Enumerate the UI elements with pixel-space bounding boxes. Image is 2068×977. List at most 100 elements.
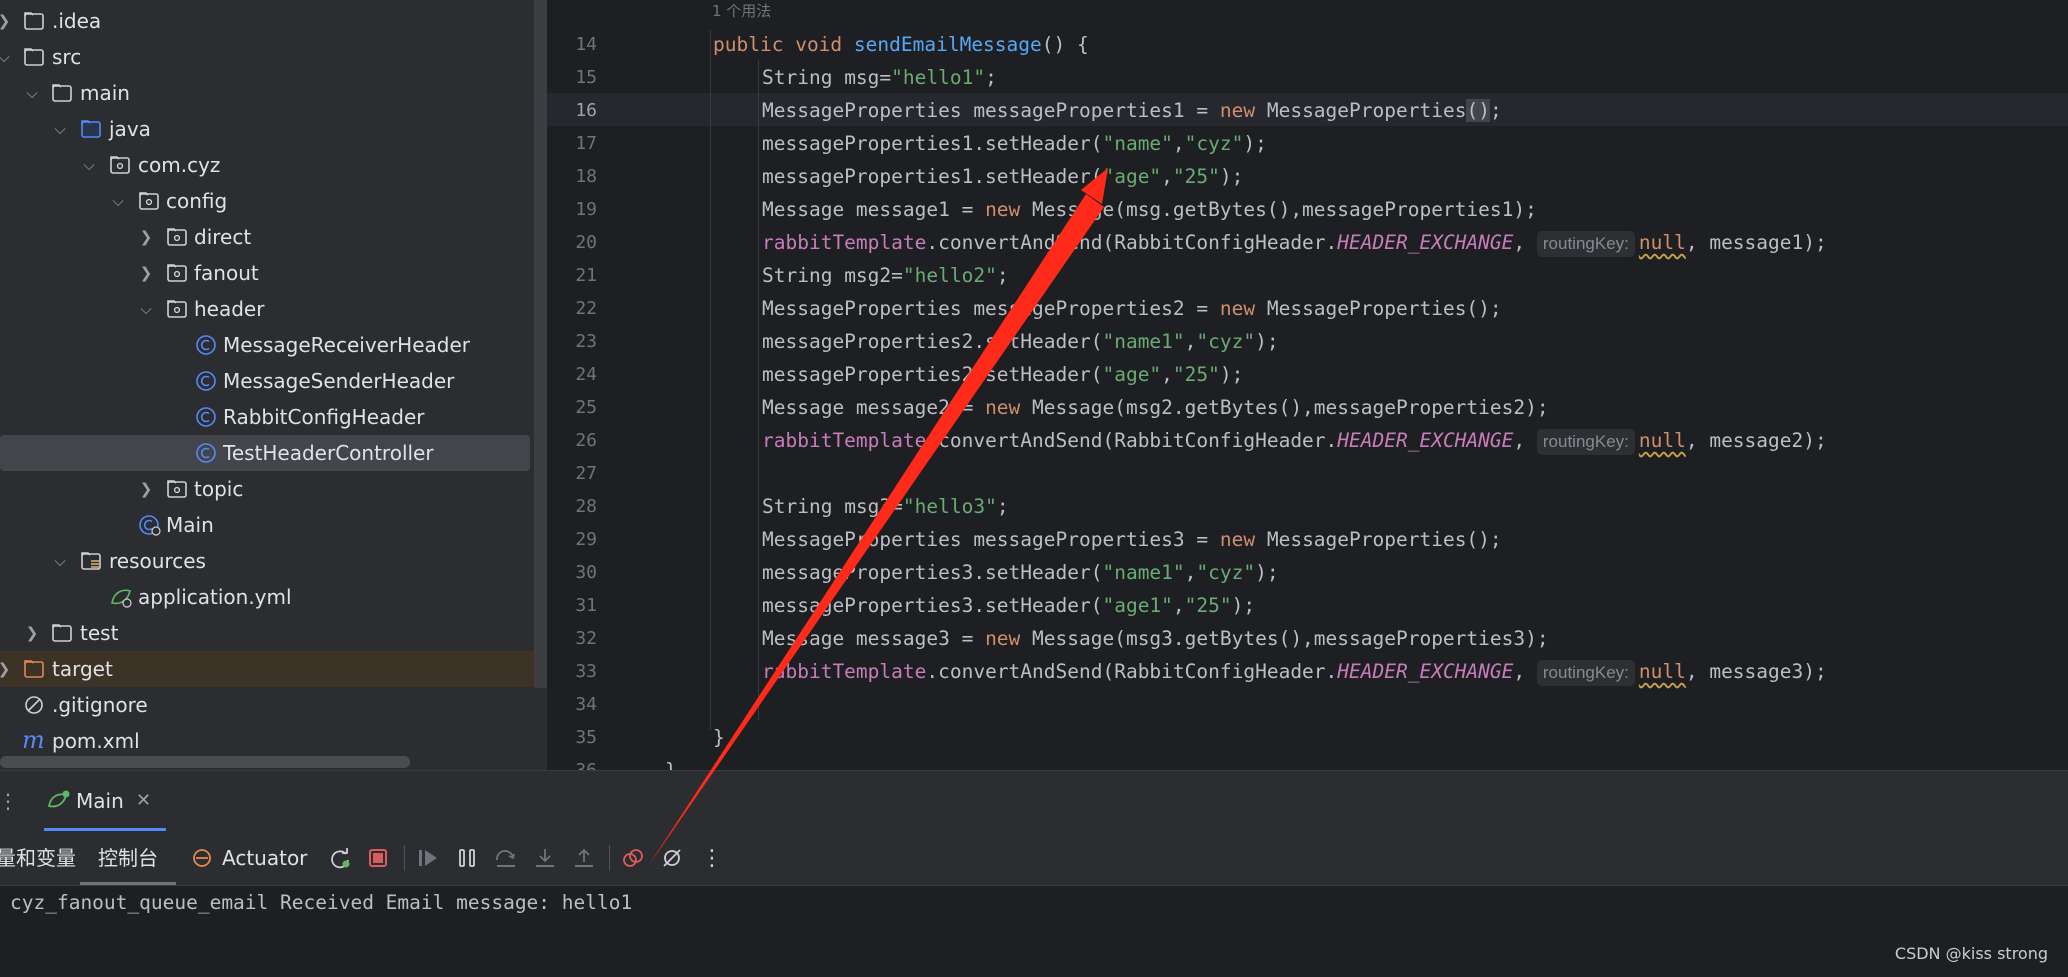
code-token: "name1" [1102, 561, 1185, 584]
code-line[interactable]: public void sendEmailMessage() { [713, 28, 1089, 61]
code-line[interactable]: String msg="hello1"; [762, 61, 997, 94]
tree-item-class[interactable]: MessageSenderHeader [0, 363, 534, 399]
code-line[interactable]: messageProperties1.setHeader("name","cyz… [762, 127, 1267, 160]
code-editor[interactable]: 1 个用法 14 15 16 17 18 19 20 21 22 23 24 2… [547, 0, 2068, 770]
code-token: "hello2" [902, 264, 997, 287]
tree-item-class-selected[interactable]: TestHeaderController [0, 435, 530, 471]
line-number: 19 [575, 199, 597, 220]
chevron-right-icon[interactable]: ❯ [22, 615, 42, 651]
close-icon[interactable]: ✕ [136, 771, 151, 831]
code-token: , [1161, 363, 1173, 386]
resume-icon[interactable] [412, 831, 444, 885]
chevron-right-icon[interactable]: ❯ [136, 471, 156, 507]
view-breakpoints-icon[interactable] [617, 831, 649, 885]
chevron-right-icon[interactable]: ❯ [136, 219, 156, 255]
code-line[interactable]: MessageProperties messageProperties3 = n… [762, 523, 1502, 556]
tree-item-header[interactable]: ⌵ header [0, 291, 534, 327]
tree-item-main[interactable]: ⌵ main [0, 75, 534, 111]
code-token: , [1513, 429, 1537, 452]
tree-item-direct[interactable]: ❯ direct [0, 219, 534, 255]
code-token: , message3); [1685, 660, 1827, 683]
code-token: Message message3 = [762, 627, 986, 650]
tree-item-config[interactable]: ⌵ config [0, 183, 534, 219]
code-token: new [985, 396, 1021, 419]
stop-icon[interactable] [362, 831, 394, 885]
tree-item-idea[interactable]: ❯ .idea [0, 3, 534, 39]
chevron-down-icon[interactable]: ⌵ [22, 75, 42, 111]
chevron-down-icon[interactable]: ⌵ [50, 111, 70, 147]
code-token: ); [1219, 363, 1244, 386]
tab-actuator[interactable]: Actuator [222, 831, 307, 885]
code-token: rabbitTemplate [762, 231, 927, 254]
chevron-down-icon[interactable]: ⌵ [136, 291, 156, 327]
code-line[interactable]: messageProperties3.setHeader("name1","cy… [762, 556, 1279, 589]
tree-item-com-cyz[interactable]: ⌵ com.cyz [0, 147, 534, 183]
code-token: "cyz" [1196, 330, 1256, 353]
code-line[interactable]: Message message2 = new Message(msg2.getB… [762, 391, 1549, 424]
tab-variables[interactable]: 量和变量 [0, 831, 76, 885]
line-number: 14 [575, 34, 597, 55]
more-options-icon[interactable]: ⋮ [696, 831, 728, 885]
code-line[interactable]: MessageProperties messageProperties2 = n… [762, 292, 1502, 325]
chevron-right-icon[interactable]: ❯ [0, 3, 14, 39]
tree-item-src[interactable]: ⌵ src [0, 39, 534, 75]
step-over-icon[interactable] [490, 831, 522, 885]
mute-breakpoints-icon[interactable] [656, 831, 688, 885]
code-token: messageProperties3.setHeader( [762, 561, 1103, 584]
code-line[interactable]: rabbitTemplate.convertAndSend(RabbitConf… [762, 226, 1827, 259]
line-number: 34 [575, 694, 597, 715]
step-into-icon[interactable] [529, 831, 561, 885]
code-token: ); [1231, 594, 1256, 617]
code-line[interactable]: rabbitTemplate.convertAndSend(RabbitConf… [762, 424, 1827, 457]
code-token: .convertAndSend(RabbitConfigHeader. [926, 660, 1338, 683]
code-line[interactable]: messageProperties1.setHeader("age","25")… [762, 160, 1243, 193]
chevron-down-icon[interactable]: ⌵ [50, 543, 70, 579]
tree-item-pom[interactable]: m pom.xml [0, 723, 534, 759]
chevron-down-icon[interactable]: ⌵ [79, 147, 99, 183]
pause-icon[interactable] [451, 831, 483, 885]
tree-item-test[interactable]: ❯ test [0, 615, 534, 651]
code-line[interactable]: String msg2="hello2"; [762, 259, 1009, 292]
code-line[interactable]: rabbitTemplate.convertAndSend(RabbitConf… [762, 655, 1827, 688]
tree-item-application-yml[interactable]: application.yml [0, 579, 534, 615]
indent-guide [758, 60, 759, 720]
code-line[interactable]: messageProperties2.setHeader("age","25")… [762, 358, 1243, 391]
code-line[interactable]: MessageProperties messageProperties1 = n… [762, 94, 1502, 127]
code-line[interactable]: Message message1 = new Message(msg.getBy… [762, 193, 1537, 226]
run-tab-main[interactable]: Main ✕ [44, 771, 166, 831]
code-line[interactable]: } [665, 754, 677, 770]
chevron-right-icon[interactable]: ❯ [0, 651, 14, 687]
tree-item-class[interactable]: RabbitConfigHeader [0, 399, 534, 435]
code-token: HEADER_EXCHANGE [1337, 660, 1514, 683]
step-out-icon[interactable] [568, 831, 600, 885]
tree-item-class[interactable]: MessageReceiverHeader [0, 327, 534, 363]
line-number: 33 [575, 661, 597, 682]
tree-item-target[interactable]: ❯ target [0, 651, 534, 687]
tree-item-java[interactable]: ⌵ java [0, 111, 534, 147]
tab-console[interactable]: 控制台 [80, 831, 176, 885]
actuator-icon [190, 845, 216, 875]
tree-item-fanout[interactable]: ❯ fanout [0, 255, 534, 291]
ignore-file-icon [22, 687, 50, 723]
chevron-right-icon[interactable]: ❯ [136, 255, 156, 291]
code-line[interactable]: messageProperties2.setHeader("name1","cy… [762, 325, 1279, 358]
tree-item-main-class[interactable]: Main [0, 507, 534, 543]
more-icon[interactable]: ⋮ [0, 774, 24, 828]
tree-vertical-scrollbar[interactable] [534, 0, 547, 688]
code-token: ; [985, 66, 997, 89]
rerun-icon[interactable] [324, 831, 356, 885]
usages-hint[interactable]: 1 个用法 [712, 0, 771, 21]
code-token: null [1638, 660, 1686, 683]
code-line[interactable]: Message message3 = new Message(msg3.getB… [762, 622, 1549, 655]
code-token: "25" [1172, 165, 1220, 188]
code-line[interactable]: } [713, 721, 725, 754]
chevron-down-icon[interactable]: ⌵ [0, 39, 14, 75]
tree-item-topic[interactable]: ❯ topic [0, 471, 534, 507]
tree-item-resources[interactable]: ⌵ resources [0, 543, 534, 579]
code-token: void [795, 33, 843, 56]
tree-item-gitignore[interactable]: .gitignore [0, 687, 534, 723]
code-line[interactable]: String msg3="hello3"; [762, 490, 1009, 523]
chevron-down-icon[interactable]: ⌵ [108, 183, 128, 219]
tree-horizontal-scrollbar[interactable] [0, 756, 410, 768]
code-line[interactable]: messageProperties3.setHeader("age1","25"… [762, 589, 1255, 622]
